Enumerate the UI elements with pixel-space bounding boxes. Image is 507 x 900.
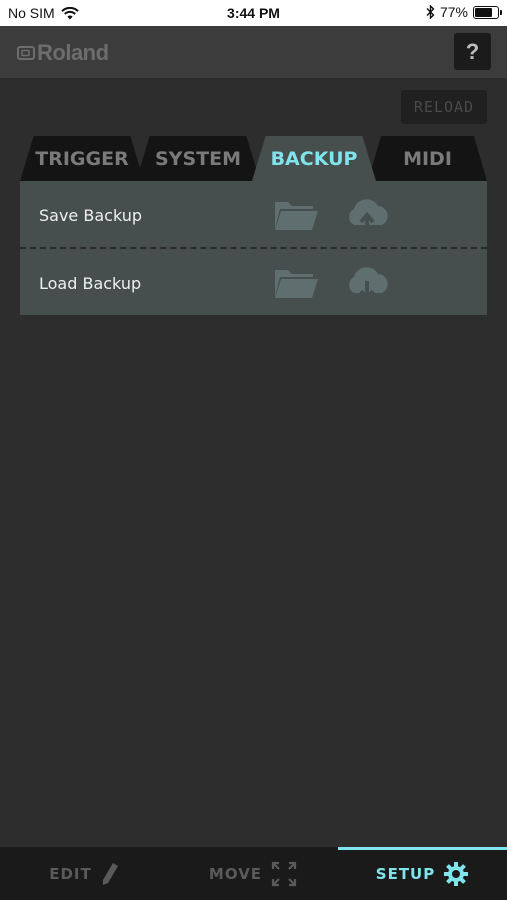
tab-system[interactable]: SYSTEM bbox=[136, 136, 260, 181]
nav-edit-label: EDIT bbox=[49, 864, 92, 883]
cloud-upload-icon[interactable] bbox=[342, 197, 392, 233]
status-right: 77% bbox=[426, 4, 502, 20]
tab-trigger[interactable]: TRIGGER bbox=[20, 136, 144, 181]
nav-move[interactable]: MOVE bbox=[169, 847, 338, 900]
gear-icon bbox=[444, 861, 469, 886]
tab-midi[interactable]: MIDI bbox=[368, 136, 487, 181]
load-backup-label: Load Backup bbox=[39, 274, 142, 293]
pencil-icon bbox=[102, 862, 118, 885]
reload-button[interactable]: RELOAD bbox=[401, 90, 487, 124]
nav-move-label: MOVE bbox=[208, 864, 263, 883]
save-backup-label: Save Backup bbox=[39, 206, 143, 225]
battery-percent: 77% bbox=[439, 4, 468, 20]
battery-icon bbox=[473, 5, 502, 19]
roland-mark-icon bbox=[17, 46, 35, 60]
bottom-nav: EDIT MOVE SETUP bbox=[0, 847, 507, 900]
folder-icon[interactable] bbox=[272, 197, 320, 233]
bluetooth-icon bbox=[426, 5, 435, 19]
nav-setup-label: SETUP bbox=[375, 864, 436, 883]
setup-tabs: TRIGGER SYSTEM BACKUP MIDI bbox=[20, 136, 487, 181]
nav-setup[interactable]: SETUP bbox=[338, 847, 507, 900]
help-button[interactable]: ? bbox=[454, 33, 491, 70]
load-backup-row: Load Backup bbox=[20, 249, 487, 315]
tab-backup[interactable]: BACKUP bbox=[252, 136, 376, 181]
status-bar: No SIM 3:44 PM 77% bbox=[0, 0, 507, 26]
backup-panel: Save Backup Load Backup bbox=[20, 181, 487, 315]
cloud-download-icon[interactable] bbox=[342, 265, 392, 301]
battery-fill bbox=[475, 7, 492, 17]
brand-name: Roland bbox=[37, 40, 109, 65]
folder-icon[interactable] bbox=[272, 265, 320, 301]
roland-logo: Roland bbox=[17, 40, 109, 66]
save-backup-row: Save Backup bbox=[20, 181, 487, 247]
app-header: Roland ? bbox=[0, 26, 507, 78]
expand-icon bbox=[271, 861, 297, 886]
nav-edit[interactable]: EDIT bbox=[0, 847, 169, 900]
